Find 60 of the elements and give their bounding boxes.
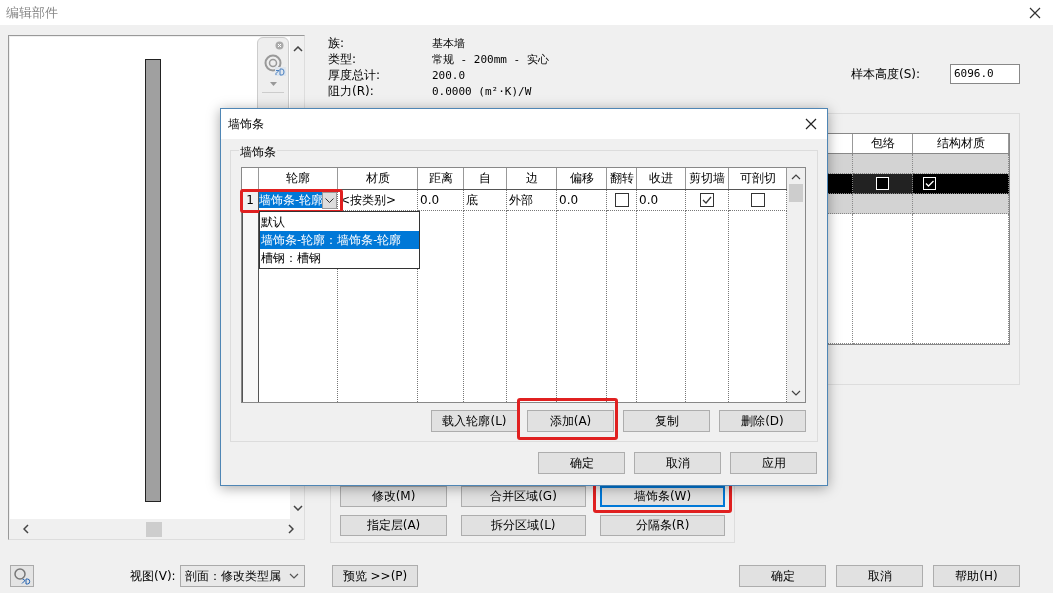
- table-cell: 外部: [507, 190, 557, 211]
- view-dropdown[interactable]: 剖面：修改类型属: [179, 565, 305, 587]
- table-action-button[interactable]: 复制: [623, 410, 710, 432]
- table-cell: 0.0: [418, 190, 464, 211]
- structure-button[interactable]: 分隔条(R): [600, 515, 725, 536]
- property-value: 基本墙: [432, 35, 466, 51]
- structure-button[interactable]: 合并区域(G): [461, 486, 586, 507]
- dropdown-option[interactable]: 墙饰条-轮廓：墙饰条-轮廓: [260, 231, 419, 249]
- scroll-thumb[interactable]: [789, 184, 803, 202]
- property-value: 0.0000 (m²·K)/W: [432, 84, 533, 98]
- structure-button[interactable]: 修改(M): [340, 486, 447, 507]
- group-label: 墙饰条: [239, 144, 277, 161]
- table-cell: 0.0: [637, 190, 686, 211]
- scroll-right-icon[interactable]: [288, 524, 294, 534]
- structure-button[interactable]: 墙饰条(W): [600, 486, 725, 507]
- close-icon[interactable]: [1029, 6, 1041, 19]
- dialog-button[interactable]: 确定: [739, 565, 826, 587]
- scroll-thumb[interactable]: [146, 521, 162, 537]
- window-title: 编辑部件: [6, 3, 58, 22]
- checkbox[interactable]: [614, 193, 629, 207]
- table-cell: 底: [464, 190, 507, 211]
- sample-height-field[interactable]: 6096.0: [950, 64, 1020, 84]
- dialog-button[interactable]: 应用: [730, 452, 817, 474]
- table-cell: 0.0: [557, 190, 607, 211]
- caret-icon: [288, 573, 299, 579]
- scroll-down-icon[interactable]: [791, 390, 801, 396]
- scroll-up-icon[interactable]: [791, 174, 801, 180]
- property-label: 厚度总计:: [328, 66, 382, 84]
- table-action-button[interactable]: 删除(D): [719, 410, 806, 432]
- column-header: 翻转: [607, 168, 637, 189]
- dialog-button[interactable]: 帮助(H): [933, 565, 1020, 587]
- property-label: 类型:: [328, 50, 358, 68]
- property-value: 200.0: [432, 68, 467, 82]
- column-header: 结构材质: [913, 134, 1009, 153]
- checkbox[interactable]: [700, 193, 714, 207]
- close-icon[interactable]: [805, 118, 817, 130]
- column-header: 剪切墙: [686, 168, 729, 189]
- dialog-button[interactable]: 取消: [836, 565, 923, 587]
- 2d-view-icon[interactable]: [10, 565, 34, 587]
- dropdown-option[interactable]: 默认: [260, 213, 419, 231]
- dropdown-option[interactable]: 槽钢：槽钢: [260, 249, 419, 267]
- structure-button[interactable]: 拆分区域(L): [461, 515, 586, 536]
- column-header: 包络: [853, 134, 913, 153]
- property-label: 阻力(R):: [328, 82, 375, 100]
- dialog-title: 墙饰条: [228, 115, 264, 133]
- property-value: 常规 - 200mm - 实心: [432, 51, 549, 67]
- dialog-button[interactable]: 取消: [634, 452, 721, 474]
- scroll-down-icon[interactable]: [292, 505, 303, 511]
- scroll-up-icon[interactable]: [292, 46, 303, 52]
- property-label: 族:: [328, 34, 346, 52]
- view-label: 视图(V):: [130, 567, 176, 585]
- sample-height-label: 样本高度(S):: [850, 65, 920, 83]
- table-action-button[interactable]: 载入轮廓(L): [431, 410, 518, 432]
- scroll-left-icon[interactable]: [23, 524, 29, 534]
- structure-button[interactable]: 指定层(A): [340, 515, 447, 536]
- caret-icon: [325, 197, 334, 203]
- checkbox[interactable]: [750, 193, 765, 207]
- dialog-button[interactable]: 确定: [538, 452, 625, 474]
- preview-button[interactable]: 预览 >>(P): [332, 565, 418, 587]
- table-action-button[interactable]: 添加(A): [527, 410, 614, 432]
